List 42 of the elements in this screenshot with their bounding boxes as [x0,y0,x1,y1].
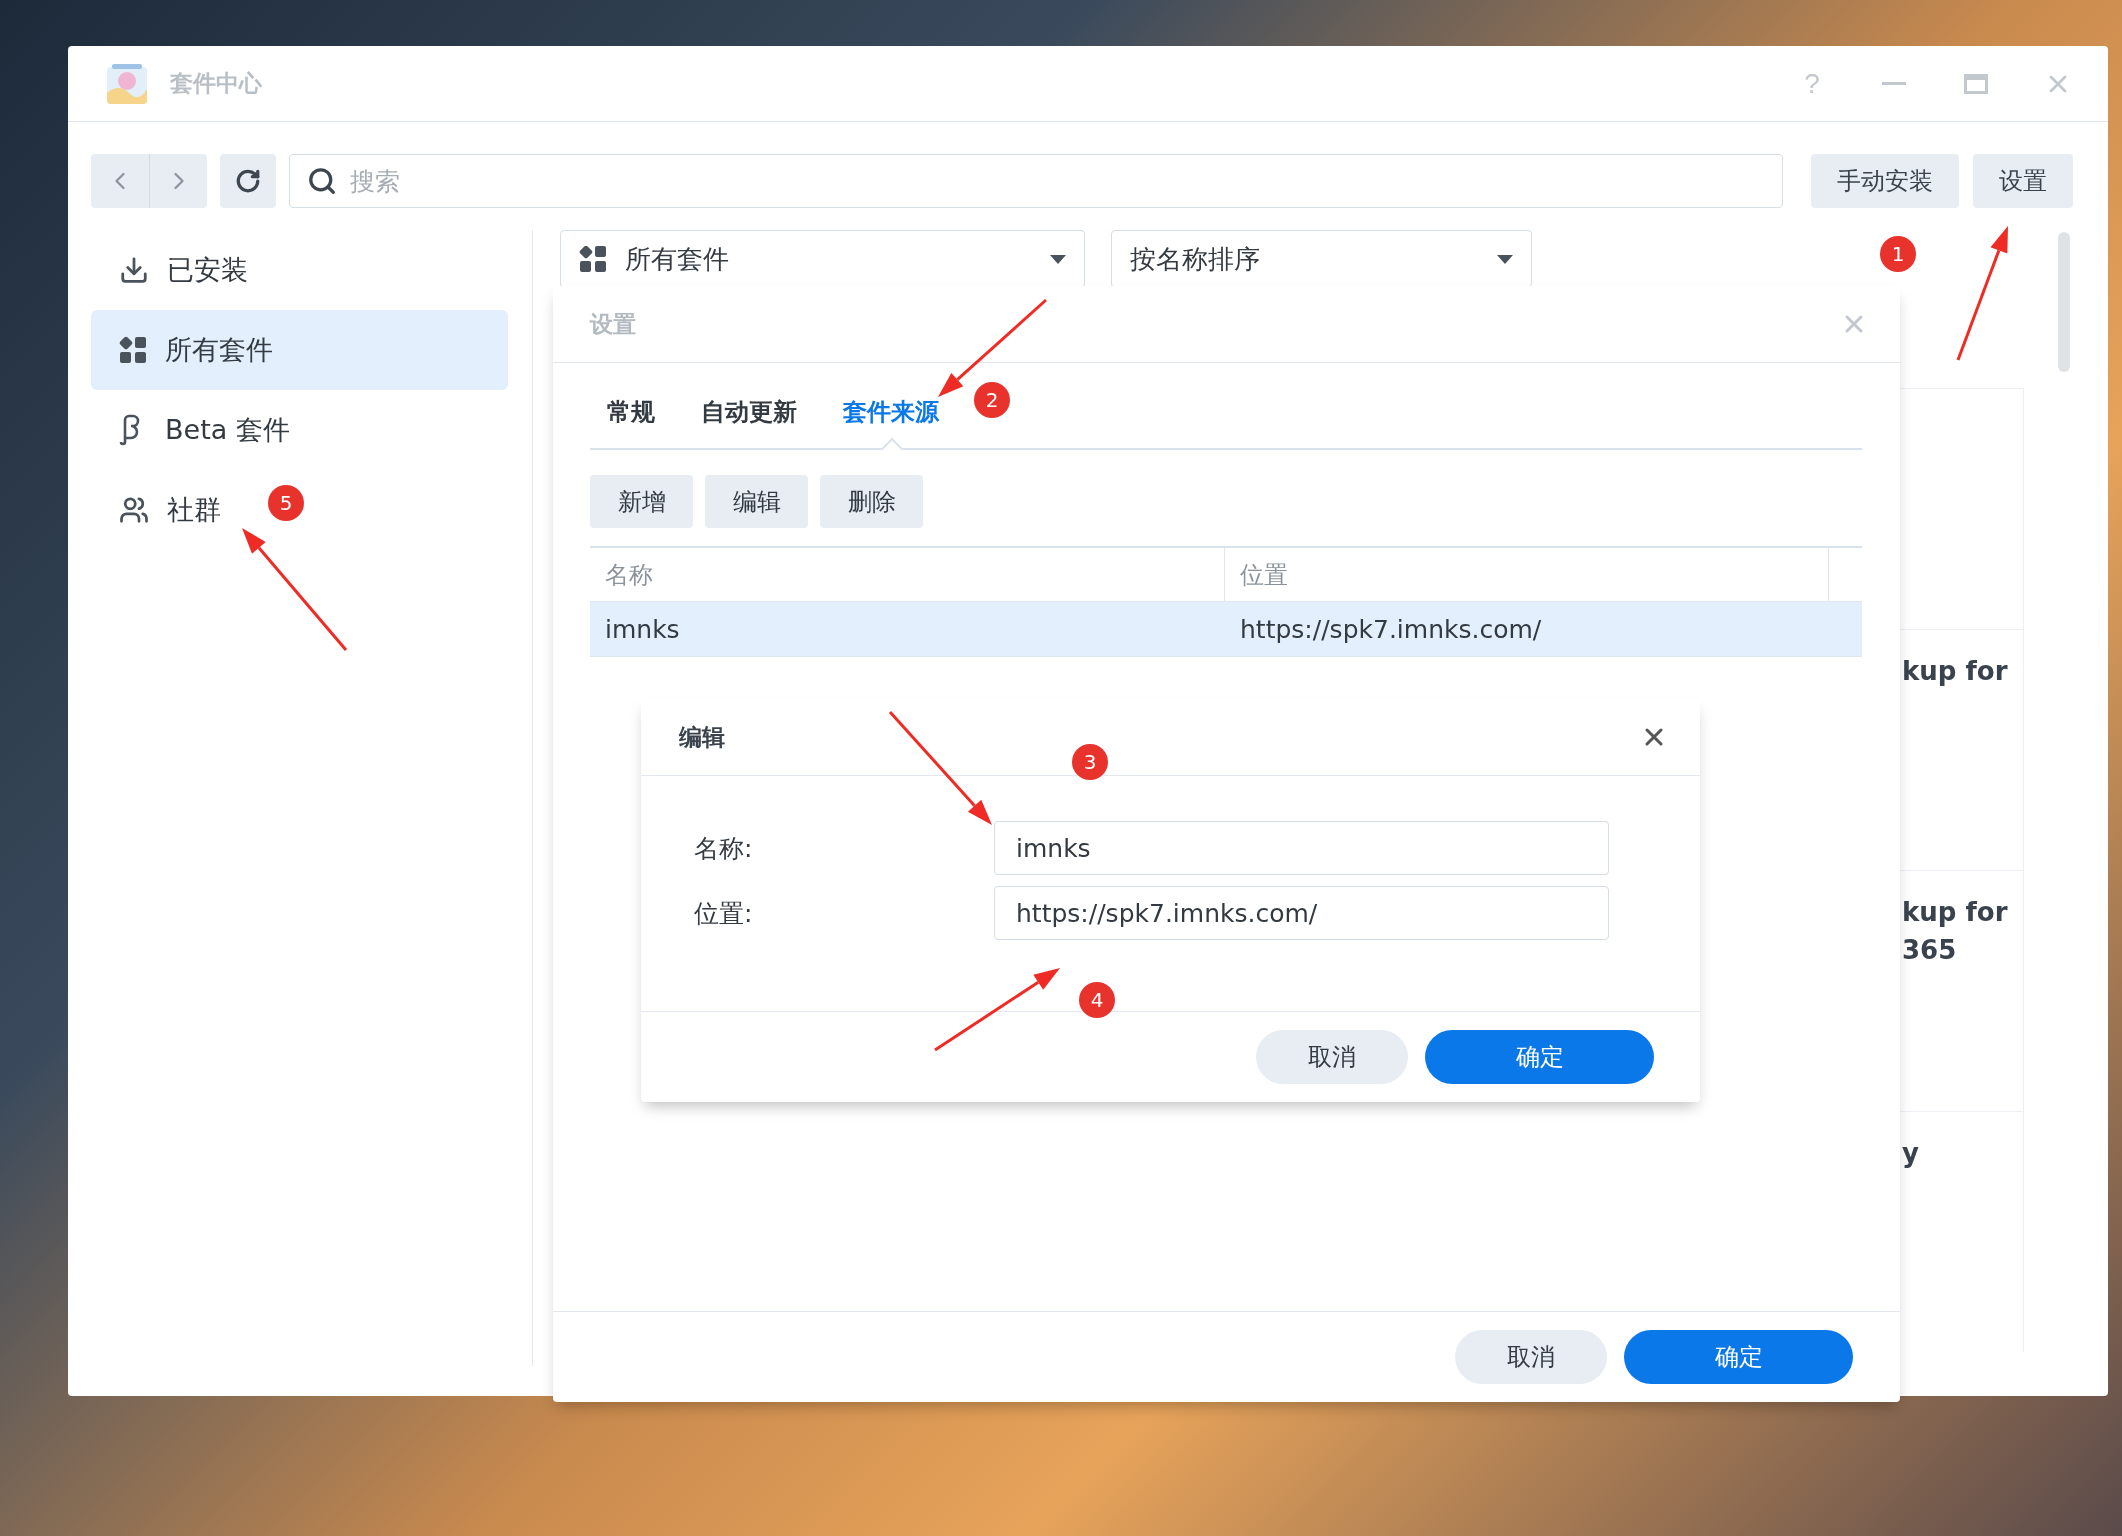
dialog-button[interactable]: 确定 [1425,1030,1654,1084]
grid-icon [579,245,607,273]
package-title: kup for 365 [1902,896,2009,967]
toolbar-button[interactable]: 手动安装 [1811,154,1959,208]
package-title: y [1902,1137,1920,1170]
input-field[interactable]: imnks [994,821,1609,875]
sidebar-item[interactable]: 已安装 [91,230,260,310]
tab[interactable]: 常规 [607,396,655,448]
search-icon [307,166,337,196]
app-logo-icon [106,62,148,105]
dialog-button[interactable]: 取消 [1455,1330,1607,1384]
action-button[interactable]: 编辑 [705,475,808,528]
caret-icon [1497,254,1513,264]
refresh-icon [235,168,261,194]
tab[interactable]: 自动更新 [701,396,797,448]
sidebar-item[interactable]: 所有套件 [91,310,508,390]
window-title: 套件中心 [170,69,263,98]
table-row[interactable]: imnks https://spk7.imnks.com/ [590,602,1862,657]
table-cell-text: https://spk7.imnks.com/ [1239,613,1543,646]
action-button[interactable]: 删除 [820,475,923,528]
field-label: 名称: [694,832,754,865]
caret-icon [1050,254,1066,264]
search-field[interactable]: 搜索 [289,154,1783,208]
sidebar-item[interactable]: Beta 套件 [91,390,302,470]
package-title: kup for [1902,655,2009,688]
table-cell-text: imnks [604,613,681,646]
scrollbar-thumb[interactable] [2058,232,2070,372]
column-header: 位置 [1225,548,1829,601]
dialog-title: 设置 [590,309,636,339]
sidebar-item[interactable]: 社群 [91,470,233,550]
toolbar-button[interactable]: 设置 [1973,154,2073,208]
community-icon [119,495,149,525]
field-label: 位置: [694,897,754,930]
action-button[interactable]: 新增 [590,475,693,528]
dialog-button[interactable]: 取消 [1256,1030,1408,1084]
grid-icon [119,336,147,364]
dialog-title: 编辑 [679,722,725,752]
dialog-button[interactable]: 确定 [1624,1330,1853,1384]
input-field[interactable]: https://spk7.imnks.com/ [994,886,1609,940]
column-header: 名称 [590,548,1225,601]
refresh-button[interactable] [220,154,276,208]
download-icon [119,255,149,285]
